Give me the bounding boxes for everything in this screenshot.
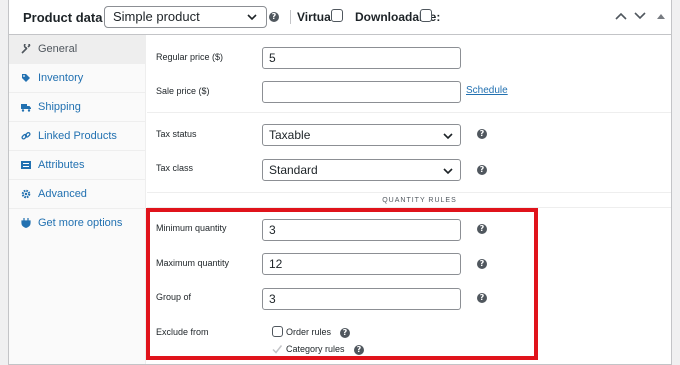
min-quantity-input[interactable]: 3 bbox=[262, 219, 461, 241]
max-quantity-input[interactable]: 12 bbox=[262, 253, 461, 275]
tax-class-label: Tax class bbox=[156, 163, 194, 173]
regular-price-value: 5 bbox=[269, 51, 276, 65]
product-data-tabs: General Inventory Shipping Linked Produc… bbox=[9, 35, 146, 364]
help-icon[interactable]: ? bbox=[477, 224, 487, 234]
gear-icon bbox=[21, 189, 31, 199]
help-icon[interactable]: ? bbox=[477, 129, 487, 139]
min-quantity-label: Minimum quantity bbox=[156, 223, 227, 233]
tab-inventory[interactable]: Inventory bbox=[9, 64, 146, 93]
collapse-toggle-icon[interactable] bbox=[654, 11, 668, 21]
section-divider bbox=[147, 192, 671, 193]
tax-status-select[interactable]: Taxable bbox=[262, 124, 461, 146]
tax-status-value: Taxable bbox=[269, 128, 311, 142]
tab-label: Shipping bbox=[38, 101, 81, 113]
tag-icon bbox=[22, 74, 30, 82]
sale-price-label: Sale price ($) bbox=[156, 86, 210, 96]
group-of-label: Group of bbox=[156, 292, 192, 302]
tax-status-label: Tax status bbox=[156, 129, 197, 139]
list-icon bbox=[21, 161, 31, 169]
chevron-down-icon bbox=[443, 168, 453, 175]
tab-get-more-options[interactable]: Get more options bbox=[9, 209, 146, 238]
tab-label: General bbox=[38, 43, 78, 55]
header-separator bbox=[290, 10, 291, 24]
order-rules-label: Order rules bbox=[286, 327, 332, 337]
tab-attributes[interactable]: Attributes bbox=[9, 151, 146, 180]
regular-price-label: Regular price ($) bbox=[156, 52, 224, 62]
chevron-down-icon[interactable] bbox=[633, 11, 647, 21]
tab-label: Linked Products bbox=[38, 130, 117, 142]
max-quantity-value: 12 bbox=[269, 257, 283, 271]
virtual-checkbox[interactable] bbox=[331, 9, 343, 22]
max-quantity-label: Maximum quantity bbox=[156, 258, 230, 268]
help-icon[interactable]: ? bbox=[477, 293, 487, 303]
sale-price-input[interactable] bbox=[262, 81, 461, 103]
help-icon[interactable]: ? bbox=[477, 259, 487, 269]
section-divider bbox=[147, 112, 671, 113]
help-icon[interactable]: ? bbox=[269, 12, 279, 22]
chevron-down-icon bbox=[443, 133, 453, 140]
tab-linked-products[interactable]: Linked Products bbox=[9, 122, 146, 151]
general-panel: Regular price ($) 5 Sale price ($) Sched… bbox=[147, 35, 671, 364]
order-rules-checkbox[interactable] bbox=[272, 326, 283, 337]
category-rules-label: Category rules bbox=[286, 344, 345, 354]
group-of-value: 3 bbox=[269, 292, 276, 306]
plugin-icon bbox=[21, 218, 31, 228]
help-icon[interactable]: ? bbox=[477, 165, 487, 175]
tab-label: Attributes bbox=[38, 159, 85, 171]
tax-class-value: Standard bbox=[269, 163, 318, 177]
wrench-icon bbox=[21, 44, 31, 54]
product-type-select[interactable]: Simple product bbox=[104, 6, 267, 28]
category-rules-checkbox[interactable] bbox=[271, 343, 283, 355]
exclude-from-label: Exclude from bbox=[156, 327, 209, 337]
link-icon bbox=[21, 131, 31, 140]
downloadable-checkbox[interactable] bbox=[420, 9, 432, 22]
min-quantity-value: 3 bbox=[269, 223, 276, 237]
chevron-up-icon[interactable] bbox=[614, 11, 628, 21]
tab-label: Get more options bbox=[38, 217, 123, 229]
product-data-header: Product data — Simple product ? Virtual:… bbox=[9, 0, 671, 35]
tab-general[interactable]: General bbox=[9, 35, 146, 64]
group-of-input[interactable]: 3 bbox=[262, 288, 461, 310]
product-type-value: Simple product bbox=[113, 9, 200, 24]
regular-price-input[interactable]: 5 bbox=[262, 47, 461, 69]
schedule-link[interactable]: Schedule bbox=[466, 85, 508, 96]
help-icon[interactable]: ? bbox=[354, 345, 364, 355]
tab-advanced[interactable]: Advanced bbox=[9, 180, 146, 209]
tab-label: Advanced bbox=[38, 188, 87, 200]
tab-label: Inventory bbox=[38, 72, 84, 84]
product-data-panel: Product data — Simple product ? Virtual:… bbox=[8, 0, 672, 365]
section-divider bbox=[147, 207, 671, 208]
tax-class-select[interactable]: Standard bbox=[262, 159, 461, 181]
tab-shipping[interactable]: Shipping bbox=[9, 93, 146, 122]
chevron-down-icon bbox=[247, 14, 257, 21]
quantity-rules-heading: QUANTITY RULES bbox=[382, 197, 457, 204]
truck-icon bbox=[21, 104, 31, 112]
help-icon[interactable]: ? bbox=[340, 328, 350, 338]
